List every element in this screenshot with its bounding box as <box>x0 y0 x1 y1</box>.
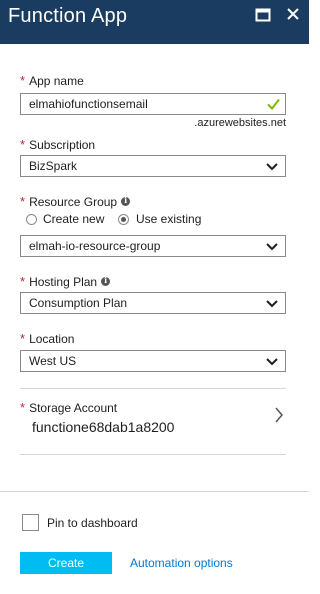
resource-group-label: * Resource Group <box>20 194 131 209</box>
footer-divider <box>0 491 309 492</box>
use-existing-radio[interactable] <box>118 214 129 225</box>
subscription-label: * Subscription <box>20 137 96 152</box>
chevron-down-icon <box>266 163 278 171</box>
create-new-label[interactable]: Create new <box>43 212 104 226</box>
resource-group-select[interactable]: elmah-io-resource-group <box>20 235 286 257</box>
storage-account-label[interactable]: * Storage Account <box>20 400 117 415</box>
automation-options-link[interactable]: Automation options <box>130 556 233 570</box>
close-icon[interactable] <box>285 6 301 22</box>
hosting-plan-label: * Hosting Plan <box>20 274 111 289</box>
hosting-plan-select[interactable]: Consumption Plan <box>20 292 286 314</box>
chevron-down-icon <box>266 358 278 366</box>
info-icon[interactable] <box>121 195 131 206</box>
app-name-input[interactable]: elmahiofunctionsemail <box>20 93 286 115</box>
location-label: * Location <box>20 331 75 346</box>
divider <box>20 454 286 455</box>
pin-to-dashboard-label[interactable]: Pin to dashboard <box>47 516 138 530</box>
location-select[interactable]: West US <box>20 350 286 372</box>
chevron-right-icon[interactable] <box>274 407 284 423</box>
valid-check-icon <box>267 98 280 110</box>
info-icon[interactable] <box>101 275 111 286</box>
subscription-select[interactable]: BizSpark <box>20 155 286 177</box>
use-existing-label[interactable]: Use existing <box>136 212 201 226</box>
blade-title: Function App <box>8 5 128 27</box>
chevron-down-icon <box>266 300 278 308</box>
storage-account-value[interactable]: functione68dab1a8200 <box>32 419 174 435</box>
divider <box>20 388 286 389</box>
create-new-radio[interactable] <box>26 214 37 225</box>
blade-header: Function App <box>0 0 309 44</box>
domain-suffix: .azurewebsites.net <box>194 117 286 129</box>
app-name-label: * App name <box>20 73 84 88</box>
maximize-icon[interactable] <box>255 7 271 23</box>
chevron-down-icon <box>266 243 278 251</box>
create-button[interactable]: Create <box>20 552 112 574</box>
pin-to-dashboard-checkbox[interactable] <box>22 514 39 531</box>
